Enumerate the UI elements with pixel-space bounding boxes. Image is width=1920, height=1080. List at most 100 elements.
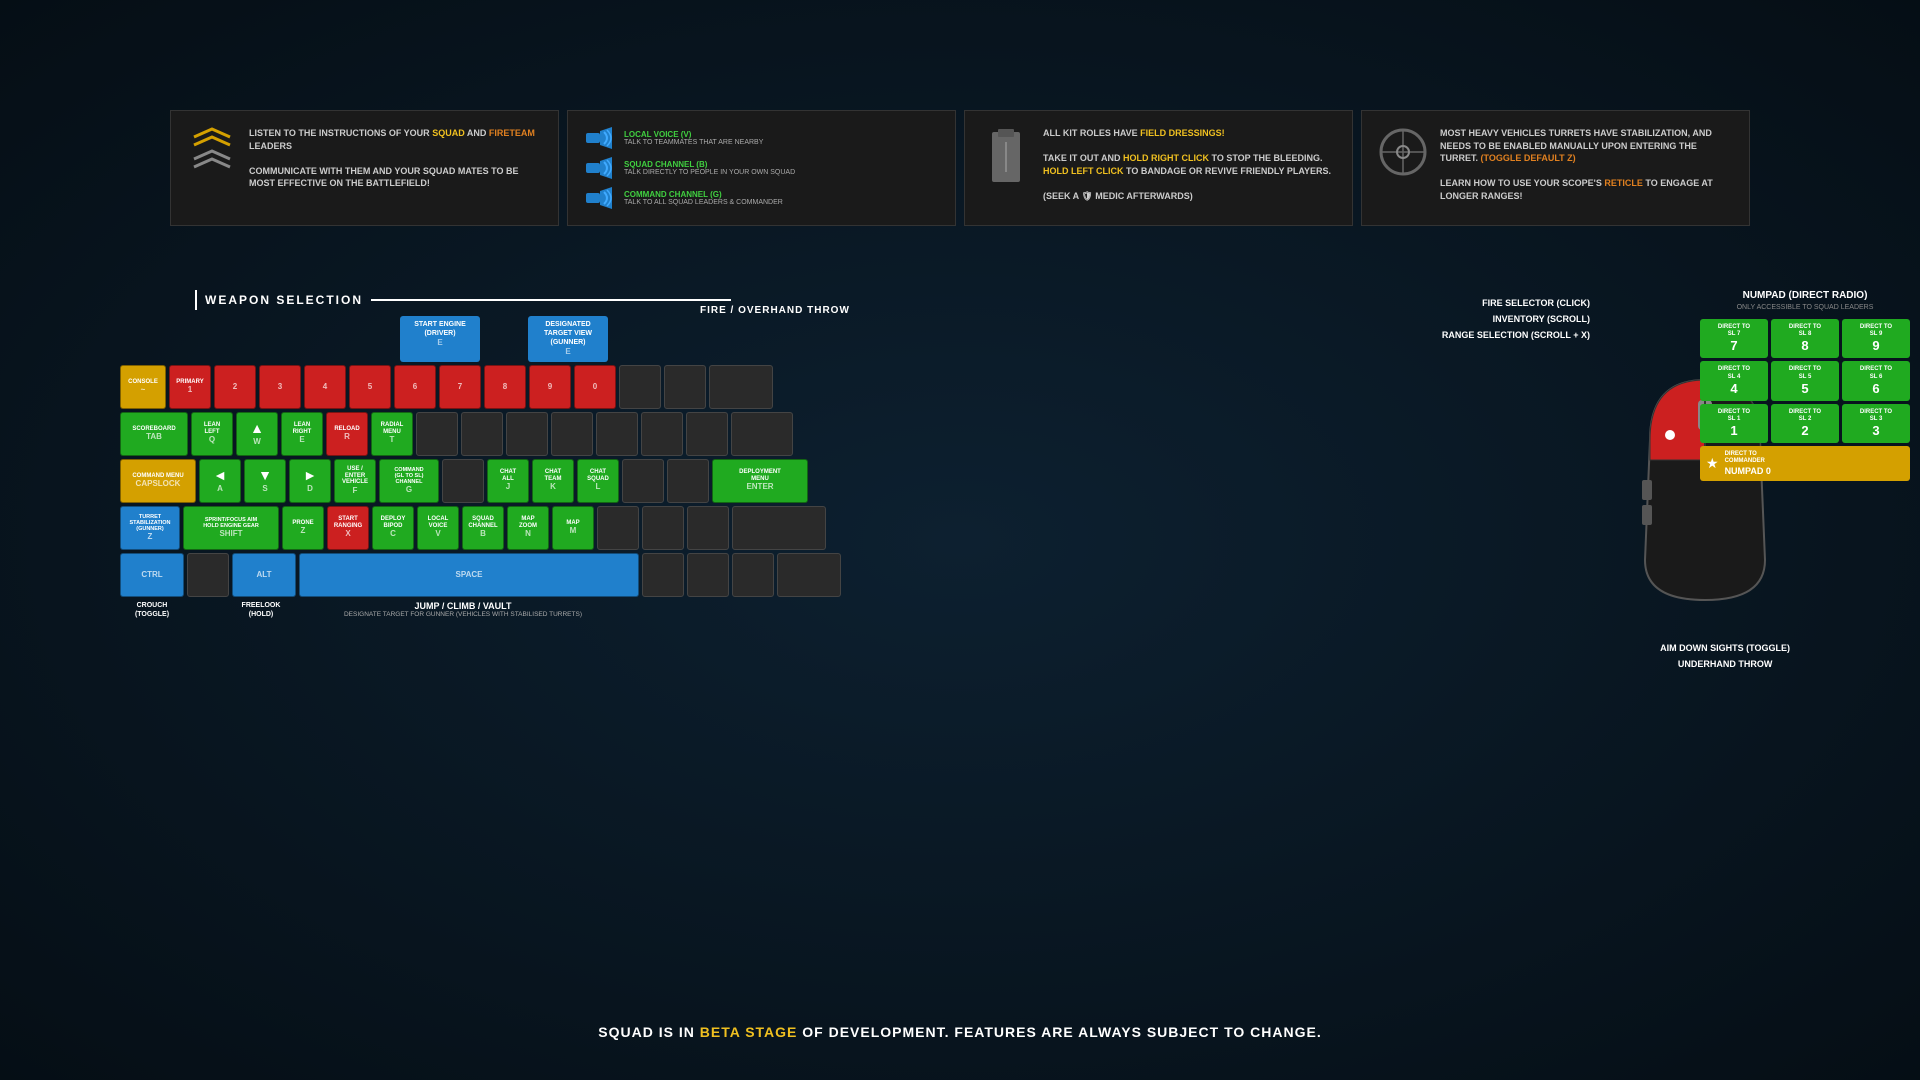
key-rbracket[interactable] xyxy=(686,412,728,456)
key-v-localvoice[interactable]: LOCALVOICE V xyxy=(417,506,459,550)
key-x-startranging[interactable]: STARTRANGING X xyxy=(327,506,369,550)
key-1[interactable]: PRIMARY 1 xyxy=(169,365,211,409)
bottom-beta-text: SQUAD IS IN BETA STAGE OF DEVELOPMENT. F… xyxy=(0,1024,1920,1040)
numpad-key-commander[interactable]: ★ DIRECT TOCOMMANDER NUMPAD 0 xyxy=(1700,446,1910,480)
key-y[interactable] xyxy=(416,412,458,456)
label-freelook: FREELOOK(HOLD) xyxy=(229,601,293,619)
panel-turret-stab: MOST HEAVY VEHICLES TURRETS HAVE STABILI… xyxy=(1361,110,1750,226)
numpad-key-4[interactable]: DIRECT TOSL 4 4 xyxy=(1700,361,1768,400)
key-4[interactable]: 4 xyxy=(304,365,346,409)
key-console[interactable]: CONSOLE ~ xyxy=(120,365,166,409)
key-9[interactable]: 9 xyxy=(529,365,571,409)
key-j-chatall[interactable]: CHATALL J xyxy=(487,459,529,503)
bottom-text-highlight: BETA STAGE xyxy=(700,1024,798,1040)
key-l-chatsquad[interactable]: CHATSQUAD L xyxy=(577,459,619,503)
fire-overhand-label: FIRE / OVERHAND THROW xyxy=(700,305,850,316)
weapon-selection-header: WEAPON SELECTION xyxy=(195,290,1120,310)
keyboard-area: WEAPON SELECTION START ENGINE(DRIVER)E D… xyxy=(120,290,1120,619)
key-z-prone[interactable]: PRONE Z xyxy=(282,506,324,550)
start-engine-tooltip: START ENGINE(DRIVER)E xyxy=(400,316,480,362)
numpad-key-1[interactable]: DIRECT TOSL 1 1 xyxy=(1700,404,1768,443)
numpad-key-9[interactable]: DIRECT TOSL 9 9 xyxy=(1842,319,1910,358)
key-6[interactable]: 6 xyxy=(394,365,436,409)
key-menu[interactable] xyxy=(732,553,774,597)
bottom-text-suffix: OF DEVELOPMENT. FEATURES ARE ALWAYS SUBJ… xyxy=(797,1024,1321,1040)
kb-row-ctrl: CTRL ALT SPACE xyxy=(120,553,1120,597)
numpad-key-7[interactable]: DIRECT TOSL 7 7 xyxy=(1700,319,1768,358)
key-caps-commandmenu[interactable]: COMMAND MENU CAPSLOCK xyxy=(120,459,196,503)
numpad-row-123: DIRECT TOSL 1 1 DIRECT TOSL 2 2 DIRECT T… xyxy=(1700,404,1910,443)
key-backspace[interactable] xyxy=(709,365,773,409)
key-ralt[interactable] xyxy=(642,553,684,597)
key-shift-sprint[interactable]: SPRINT/FOCUS AIMHOLD ENGINE GEAR SHIFT xyxy=(183,506,279,550)
key-ctrl-crouch[interactable]: CTRL xyxy=(120,553,184,597)
key-rctrl[interactable] xyxy=(777,553,841,597)
kb-row-shift: TURRETSTABILIZATION(GUNNER) Z SPRINT/FOC… xyxy=(120,506,1120,550)
key-t-radial[interactable]: RADIALMENU T xyxy=(371,412,413,456)
key-m-map[interactable]: MAP M xyxy=(552,506,594,550)
key-enter-deployment[interactable]: DEPLOYMENTMENU ENTER xyxy=(712,459,808,503)
key-2[interactable]: 2 xyxy=(214,365,256,409)
key-slash[interactable] xyxy=(687,506,729,550)
key-rshift[interactable] xyxy=(732,506,826,550)
key-o[interactable] xyxy=(551,412,593,456)
key-p[interactable] xyxy=(596,412,638,456)
designated-target-tooltip: DESIGNATED TARGET VIEW (GUNNER)E xyxy=(528,316,608,362)
key-period[interactable] xyxy=(642,506,684,550)
key-8[interactable]: 8 xyxy=(484,365,526,409)
key-g-commandchannel[interactable]: COMMAND(GL TO SL)CHANNEL G xyxy=(379,459,439,503)
numpad-key-5[interactable]: DIRECT TOSL 5 5 xyxy=(1771,361,1839,400)
key-0[interactable]: 0 xyxy=(574,365,616,409)
key-h[interactable] xyxy=(442,459,484,503)
main-container: LISTEN TO THE INSTRUCTIONS OF YOUR SQUAD… xyxy=(0,0,1920,1080)
numpad-section: NUMPAD (DIRECT RADIO) ONLY ACCESSIBLE TO… xyxy=(1700,290,1910,481)
ads-line1: AIM DOWN SIGHTS (TOGGLE) xyxy=(1660,640,1790,656)
medkit-icon xyxy=(981,127,1031,187)
kb-row-tab: SCOREBOARD TAB LEANLEFT Q ▲ W LEANRIGHT … xyxy=(120,412,1120,456)
key-win[interactable] xyxy=(187,553,229,597)
key-semicolon[interactable] xyxy=(622,459,664,503)
key-w-up[interactable]: ▲ W xyxy=(236,412,278,456)
key-c-deploybipod[interactable]: DEPLOYBIPOD C xyxy=(372,506,414,550)
key-3[interactable]: 3 xyxy=(259,365,301,409)
key-i[interactable] xyxy=(506,412,548,456)
panel-voice-channels: LOCAL VOICE (V) TALK TO TEAMMATES THAT A… xyxy=(567,110,956,226)
e-tooltip-row: START ENGINE(DRIVER)E DESIGNATED TARGET … xyxy=(400,316,1120,362)
key-s-down[interactable]: ▼ S xyxy=(244,459,286,503)
key-r-reload[interactable]: RELOAD R xyxy=(326,412,368,456)
command-channel-item: COMMAND CHANNEL (G) TALK TO ALL SQUAD LE… xyxy=(584,187,795,209)
key-e-lean-right[interactable]: LEANRIGHT E xyxy=(281,412,323,456)
key-alt-freelook[interactable]: ALT xyxy=(232,553,296,597)
kb-labels-row: CROUCH(TOGGLE) FREELOOK(HOLD) JUMP / CLI… xyxy=(120,601,1120,619)
panel-squad-voice: LISTEN TO THE INSTRUCTIONS OF YOUR SQUAD… xyxy=(170,110,559,226)
key-turret-stab[interactable]: TURRETSTABILIZATION(GUNNER) Z xyxy=(120,506,180,550)
key-a-left[interactable]: ◄ A xyxy=(199,459,241,503)
key-comma[interactable] xyxy=(597,506,639,550)
kb-row-numbers: CONSOLE ~ PRIMARY 1 2 3 4 5 6 7 8 9 0 xyxy=(120,365,1120,409)
key-equals[interactable] xyxy=(664,365,706,409)
key-d-right[interactable]: ► D xyxy=(289,459,331,503)
numpad-key-3[interactable]: DIRECT TOSL 3 3 xyxy=(1842,404,1910,443)
label-crouch: CROUCH(TOGGLE) xyxy=(120,601,184,619)
scope-icon xyxy=(1378,127,1428,177)
key-tab-scoreboard[interactable]: SCOREBOARD TAB xyxy=(120,412,188,456)
numpad-key-6[interactable]: DIRECT TOSL 6 6 xyxy=(1842,361,1910,400)
key-k-chatteam[interactable]: CHATTEAM K xyxy=(532,459,574,503)
key-5[interactable]: 5 xyxy=(349,365,391,409)
key-7[interactable]: 7 xyxy=(439,365,481,409)
bottom-text-prefix: SQUAD IS IN xyxy=(598,1024,699,1040)
key-n-mapzoom[interactable]: MAPZOOM N xyxy=(507,506,549,550)
key-space-jump[interactable]: SPACE xyxy=(299,553,639,597)
numpad-key-8[interactable]: DIRECT TOSL 8 8 xyxy=(1771,319,1839,358)
key-backslash[interactable] xyxy=(731,412,793,456)
key-f-use[interactable]: USE /ENTERVEHICLE F xyxy=(334,459,376,503)
numpad-key-2[interactable]: DIRECT TOSL 2 2 xyxy=(1771,404,1839,443)
key-fn[interactable] xyxy=(687,553,729,597)
key-u[interactable] xyxy=(461,412,503,456)
key-b-squadchannel[interactable]: SQUADCHANNEL B xyxy=(462,506,504,550)
key-lbracket[interactable] xyxy=(641,412,683,456)
key-q-lean-left[interactable]: LEANLEFT Q xyxy=(191,412,233,456)
key-minus[interactable] xyxy=(619,365,661,409)
key-quote[interactable] xyxy=(667,459,709,503)
ads-line2: UNDERHAND THROW xyxy=(1660,656,1790,672)
